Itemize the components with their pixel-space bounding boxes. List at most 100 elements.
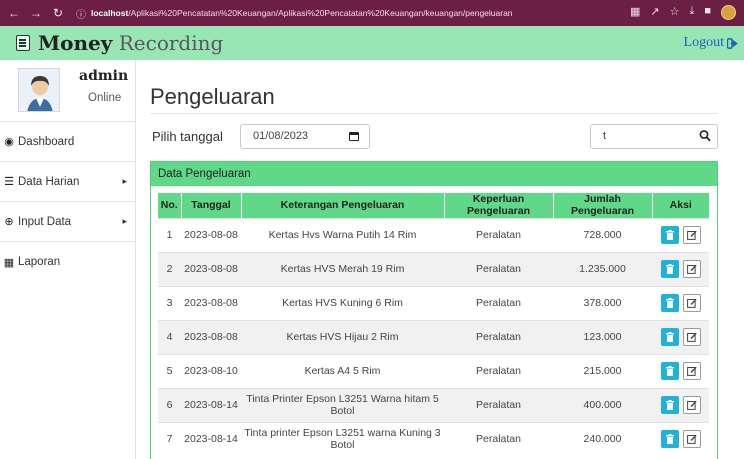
cell-tanggal: 2023-08-14 — [181, 421, 241, 456]
cell-keterangan: Tinta printer Epson L3251 warna Kuning 3… — [241, 421, 444, 456]
cell-aksi — [652, 387, 709, 422]
address-bar[interactable]: localhost/Aplikasi%20Pencatatan%20Keuang… — [91, 8, 561, 18]
trash-icon — [665, 264, 674, 274]
edit-button[interactable] — [682, 260, 701, 278]
search-input[interactable]: t — [590, 124, 718, 149]
cell-jumlah: 123.000 — [553, 319, 652, 354]
share-icon[interactable]: ↗ — [650, 5, 659, 20]
date-label: Pilih tanggal — [152, 129, 223, 144]
edit-button[interactable] — [682, 396, 701, 414]
sidebar-item-dashboard[interactable]: ◉ Dashboard — [0, 122, 135, 162]
col-header-aksi: Aksi — [652, 193, 709, 218]
date-input[interactable]: 01/08/2023 — [240, 124, 370, 149]
expense-table: No. Tanggal Keterangan Pengeluaran Keper… — [158, 193, 709, 456]
edit-icon — [686, 400, 697, 410]
forward-icon[interactable]: → — [28, 5, 44, 21]
cell-tanggal: 2023-08-08 — [181, 217, 241, 252]
logout-link[interactable]: Logout — [684, 35, 738, 51]
site-info-icon[interactable]: ⓘ — [76, 6, 86, 21]
cell-tanggal: 2023-08-10 — [181, 353, 241, 388]
cell-jumlah: 728.000 — [553, 217, 652, 252]
sidebar-item-label: Data Harian — [18, 175, 80, 188]
col-header-keperluan: Keperluan Pengeluaran — [444, 193, 554, 218]
delete-button[interactable] — [660, 362, 679, 380]
edit-button[interactable] — [682, 430, 701, 449]
file-icon: ▦ — [3, 256, 15, 269]
user-panel: admin Online — [0, 60, 135, 122]
cell-keterangan: Kertas HVS Hijau 2 Rim — [241, 319, 444, 354]
trash-icon — [665, 332, 674, 342]
delete-button[interactable] — [660, 226, 679, 244]
cell-aksi — [652, 319, 709, 354]
title-divider — [150, 113, 718, 114]
col-header-no: No. — [158, 193, 182, 218]
dashboard-icon: ◉ — [4, 136, 14, 148]
table-row: 3 2023-08-08 Kertas HVS Kuning 6 Rim Perala… — [158, 285, 709, 320]
cell-jumlah: 378.000 — [553, 285, 652, 320]
edit-button[interactable] — [682, 294, 701, 312]
cell-no: 5 — [158, 353, 181, 388]
cell-no: 7 — [158, 421, 181, 456]
edit-button[interactable] — [682, 328, 701, 346]
cell-keterangan: Kertas Hvs Warna Putih 14 Rim — [241, 217, 444, 252]
cell-aksi — [652, 421, 709, 456]
cell-tanggal: 2023-08-14 — [181, 387, 241, 422]
cell-keperluan: Peralatan — [444, 319, 553, 354]
reload-icon[interactable]: ↻ — [50, 5, 66, 21]
row-actions — [652, 226, 709, 244]
brand-bold: Money — [38, 31, 113, 55]
search-icon[interactable] — [699, 129, 711, 143]
trash-icon — [665, 366, 674, 376]
profile-avatar-icon[interactable] — [721, 5, 736, 20]
cell-aksi — [652, 251, 709, 286]
cell-jumlah: 240.000 — [553, 421, 652, 456]
bookmark-star-icon[interactable]: ☆ — [670, 5, 680, 20]
search-value: t — [603, 130, 607, 142]
cell-keterangan: Kertas A4 5 Rim — [241, 353, 444, 388]
edit-icon — [686, 230, 697, 240]
row-actions — [652, 260, 709, 278]
cell-keterangan: Kertas HVS Merah 19 Rim — [241, 251, 444, 286]
extension-icon[interactable]: ▦ — [630, 5, 640, 20]
download-icon[interactable]: ⤓ — [689, 5, 694, 20]
edit-icon — [686, 332, 697, 342]
back-icon[interactable]: ← — [6, 5, 22, 21]
browser-actions: ▦ ↗ ☆ ⤓ ■ — [630, 5, 736, 20]
sidebar-item-input-data[interactable]: ⊕ Input Data ▸ — [0, 202, 135, 242]
cell-keperluan: Peralatan — [444, 387, 553, 422]
sidebar-item-data-harian[interactable]: ☰ Data Harian ▸ — [0, 162, 135, 202]
brand-title[interactable]: Money Recording — [38, 31, 223, 55]
edit-button[interactable] — [682, 226, 701, 244]
sidebar-item-laporan[interactable]: ▦ Laporan — [0, 242, 135, 282]
table-row: 4 2023-08-08 Kertas HVS Hijau 2 Rim Peralat… — [158, 319, 709, 354]
edit-button[interactable] — [682, 362, 701, 380]
delete-button[interactable] — [660, 430, 679, 449]
cell-keterangan: Tinta Printer Epson L3251 Warna hitam 5 … — [241, 387, 444, 422]
col-header-keterangan: Keterangan Pengeluaran — [241, 193, 445, 218]
delete-button[interactable] — [660, 328, 679, 346]
logout-label: Logout — [683, 35, 724, 50]
user-status: Online — [88, 92, 122, 104]
edit-icon — [686, 264, 697, 274]
cell-keperluan: Peralatan — [444, 353, 553, 388]
delete-button[interactable] — [660, 260, 679, 278]
window-icon[interactable]: ■ — [704, 5, 711, 20]
cell-tanggal: 2023-08-08 — [181, 251, 241, 286]
cell-keperluan: Peralatan — [444, 217, 553, 252]
cell-jumlah: 1.235.000 — [553, 251, 652, 286]
trash-icon — [665, 230, 674, 240]
row-actions — [652, 430, 709, 449]
book-icon — [16, 35, 30, 51]
cell-jumlah: 215.000 — [553, 353, 652, 388]
page-title: Pengeluaran — [150, 84, 275, 109]
calendar-icon[interactable] — [349, 132, 359, 141]
row-actions — [652, 328, 709, 346]
col-header-jumlah: Jumlah Pengeluaran — [553, 193, 653, 218]
delete-button[interactable] — [660, 294, 679, 312]
table-body: 1 2023-08-08 Kertas Hvs Warna Putih 14 Rim… — [158, 217, 709, 456]
date-value: 01/08/2023 — [253, 130, 309, 142]
caret-right-icon: ▸ — [122, 216, 127, 226]
delete-button[interactable] — [660, 396, 679, 414]
plus-circle-icon: ⊕ — [4, 216, 14, 228]
table-row: 1 2023-08-08 Kertas Hvs Warna Putih 14 Rim… — [158, 217, 709, 252]
